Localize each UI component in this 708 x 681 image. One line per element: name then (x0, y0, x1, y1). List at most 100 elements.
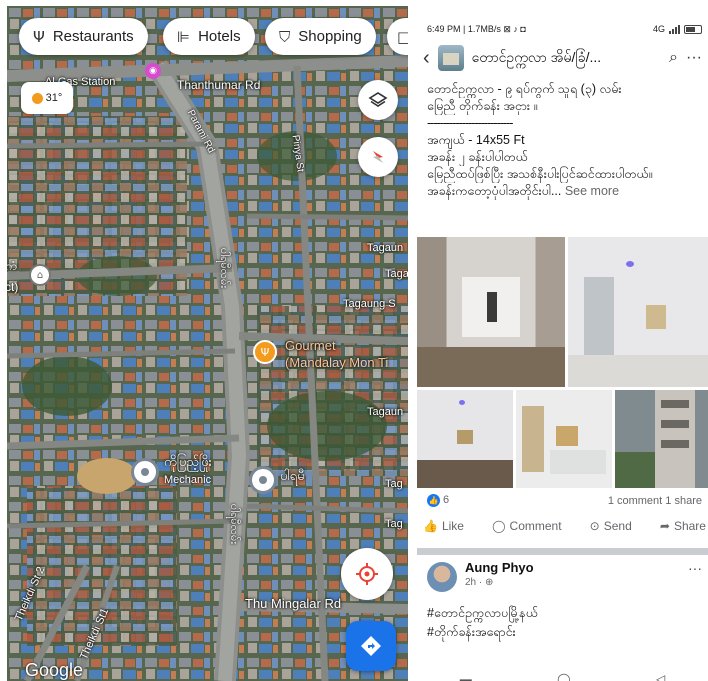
like-count[interactable]: 👍 6 (427, 494, 449, 507)
like-badge-icon: 👍 (427, 494, 440, 507)
left-edge-label-2: ct) (7, 280, 19, 294)
road-label-parami-mm: ပါရမီလမ်း (218, 247, 231, 289)
send-button[interactable]: ⊙ Send (590, 519, 632, 533)
network-label: 4G (652, 24, 665, 34)
status-right: 4G (653, 24, 702, 34)
share-arrow-icon: ➦ (659, 519, 670, 533)
place-pin-icon[interactable] (131, 458, 159, 486)
gourmet-label[interactable]: Gourmet (285, 338, 336, 353)
thumbs-up-icon: 👍 (423, 519, 438, 533)
chip-hotels[interactable]: ⊫ Hotels (163, 18, 255, 55)
road-label-tagaung-3: Tagaung S (343, 298, 396, 310)
post-line: အကျယ် - 14x55 Ft (427, 133, 525, 147)
group-thumbnail[interactable] (437, 45, 464, 71)
photo-room-2[interactable] (417, 390, 513, 488)
road-label-ta: Tag (385, 518, 403, 530)
weather-temp: 31° (45, 92, 63, 104)
screenshot-root: Ψ Restaurants ⊫ Hotels ⛉ Shopping □ Al G… (0, 0, 708, 681)
left-edge-label: ကံ (7, 259, 17, 273)
like-button[interactable]: 👍 Like (423, 519, 464, 533)
messenger-icon: ⊙ (589, 519, 600, 533)
map-panel[interactable]: Ψ Restaurants ⊫ Hotels ⛉ Shopping □ Al G… (7, 6, 408, 681)
restaurant-pin-icon[interactable]: Ψ (253, 340, 277, 364)
globe-icon: ⊕ (485, 577, 494, 588)
chip-restaurants-label: Restaurants (52, 28, 134, 45)
more-options-icon[interactable]: ··· (686, 49, 702, 67)
post-line: အခန်း ၂ ခန်းပါပါတယ် (427, 150, 528, 164)
more-chip-icon: □ (397, 27, 408, 46)
chip-hotels-label: Hotels (198, 28, 241, 45)
back-nav-icon[interactable]: ◁ (656, 672, 665, 681)
group-header: ‹ တောင်ဥက္ကလာ အိမ်/ခြံ/... ⌕ ··· (417, 41, 708, 75)
place-label-mechanic[interactable]: ကိုပြည့်ဖြိုး (164, 454, 212, 473)
gourmet-label-2[interactable]: (Mandalay Mon Ti (285, 355, 388, 370)
directions-button[interactable] (346, 621, 396, 671)
road-label-thu-mingalar: Thu Mingalar Rd (245, 596, 342, 611)
shopping-bag-icon: ⛉ (279, 27, 291, 46)
post-line-last: အခန်းကတော့ပုံပါအတိုင်းပါ... See more (427, 184, 620, 198)
search-icon[interactable]: ⌕ (669, 49, 678, 67)
recents-icon[interactable]: ▬ (460, 672, 472, 681)
group-title[interactable]: တောင်ဥက္ကလာ အိမ်/ခြံ/... (472, 48, 661, 69)
weather-badge[interactable]: 31° (21, 82, 73, 114)
chip-shopping[interactable]: ⛉ Shopping (265, 18, 376, 55)
road-label-tagaung-4: Tagaun (367, 406, 404, 418)
post-divider (417, 548, 708, 555)
comment-time: 2h · ⊕ (465, 577, 494, 588)
status-icons: ⊠ ♪ ◘ (503, 23, 526, 34)
commenter-name[interactable]: Aung Phyo (465, 560, 534, 575)
post-line: တောင်ဥက္ကလာ - ၉ ရပ်ကွက် သူရ (၃) လမ်း (427, 82, 622, 96)
status-time: 6:49 PM | 1.7MB/s ⊠ ♪ ◘ (427, 23, 526, 34)
reactions-bar: 👍 6 1 comment 1 share (427, 494, 702, 507)
comment-more-icon[interactable]: ··· (688, 560, 702, 576)
photo-room-1[interactable] (568, 237, 708, 387)
road-label-thanthumar: Thanthumar Rd (177, 78, 261, 92)
directions-icon (361, 636, 381, 656)
museum-pin-icon[interactable]: ⌂ (29, 264, 51, 286)
see-more-link[interactable]: See more (565, 184, 619, 198)
google-logo: Google (25, 660, 84, 680)
compass-icon (373, 151, 383, 163)
road-label-tagaung-2: Taga (385, 268, 408, 280)
hashtag-link[interactable]: #တိုက်ခန်းအရောင်း (427, 623, 538, 642)
photo-hallway[interactable] (417, 237, 565, 387)
home-icon[interactable]: ◯ (557, 672, 570, 681)
signal-icon (669, 24, 680, 34)
layers-icon (368, 92, 388, 107)
post-body: တောင်ဥက္ကလာ - ၉ ရပ်ကွက် သူရ (၃) လမ်း မြေ… (417, 75, 708, 200)
engagement-counts[interactable]: 1 comment 1 share (608, 495, 702, 507)
android-nav-bar: ▬ ◯ ◁ (417, 672, 708, 681)
fork-knife-icon: Ψ (33, 27, 45, 46)
facebook-panel: 6:49 PM | 1.7MB/s ⊠ ♪ ◘ 4G ‹ တောင်ဥက္ကလာ… (417, 17, 708, 681)
back-arrow-icon[interactable]: ‹ (423, 47, 430, 70)
bed-icon: ⊫ (177, 27, 191, 46)
battery-icon (684, 24, 702, 34)
share-button[interactable]: ➦ Share (660, 519, 706, 533)
comment-header: Aung Phyo 2h · ⊕ ··· (427, 560, 702, 592)
hashtag-link[interactable]: #တောင်ဥက္ကလာပမြို့နယ် (427, 604, 538, 623)
avatar[interactable] (427, 562, 457, 592)
chip-shopping-label: Shopping (298, 28, 362, 45)
road-label-tagaung-1: Tagaun (367, 242, 404, 254)
road-label-tag: Tag (385, 478, 403, 490)
place-label-mechanic-sub: Mechanic (164, 474, 212, 486)
post-line: မြေညီ တိုက်ခန်း အငှား ။ (427, 99, 538, 113)
chip-restaurants[interactable]: Ψ Restaurants (19, 18, 148, 55)
status-bar: 6:49 PM | 1.7MB/s ⊠ ♪ ◘ 4G (417, 17, 708, 41)
place-label-parami[interactable]: ပါရမီ (280, 468, 305, 487)
compass-button[interactable] (358, 137, 398, 177)
layers-button[interactable] (358, 80, 398, 120)
photo-building[interactable] (615, 390, 708, 488)
comment-bubble-icon: ◯ (492, 519, 506, 533)
comment-button[interactable]: ◯ Comment (492, 519, 561, 533)
photo-kitchen[interactable] (516, 390, 612, 488)
sun-icon (31, 92, 43, 104)
my-location-button[interactable] (341, 548, 393, 600)
location-target-icon (356, 563, 378, 585)
place-pin-icon-2[interactable] (249, 466, 277, 494)
post-line: --------------------------- (427, 116, 513, 130)
road-label-parami-mm-2: ပါရမီလမ်း (228, 503, 241, 545)
post-actions: 👍 Like ◯ Comment ⊙ Send ➦ Share (421, 519, 708, 533)
shop-pin-icon[interactable]: ◉ (145, 63, 161, 79)
post-line: မြေညီထပ်ဖြစ်ပြီး အသစ်နီးပါးပြင်ဆင်ထားပါတ… (427, 167, 653, 181)
